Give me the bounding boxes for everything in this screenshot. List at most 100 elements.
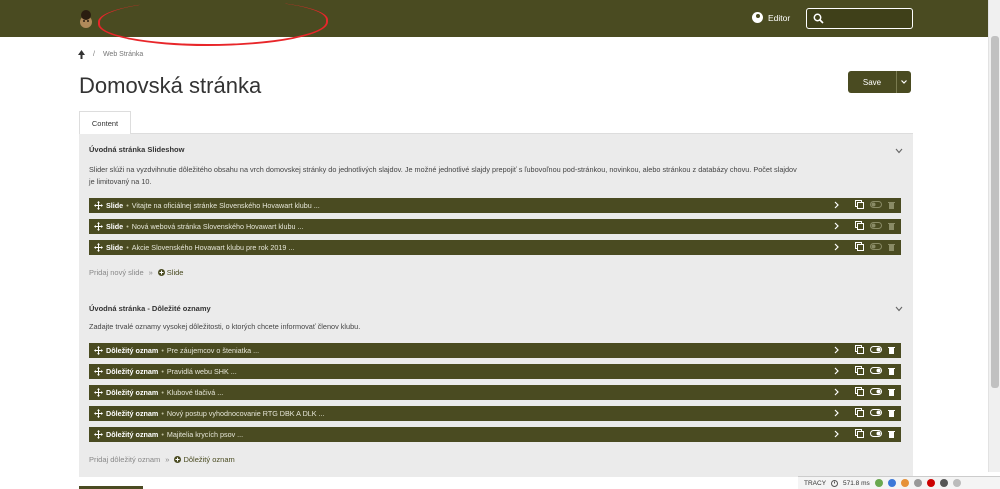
tree-home-icon[interactable] <box>78 50 85 59</box>
trash-icon[interactable] <box>888 430 895 438</box>
item-tools <box>834 429 895 438</box>
list-item[interactable]: Dôležitý oznam • Klubové tlačivá ... <box>89 385 901 400</box>
trash-icon[interactable] <box>888 388 895 396</box>
drag-handle-icon[interactable] <box>94 243 103 252</box>
toggle-on-icon[interactable] <box>870 409 882 416</box>
save-dropdown-toggle[interactable] <box>896 71 911 93</box>
list-item[interactable]: Dôležitý oznam • Majitelia krycích psov … <box>89 427 901 442</box>
drag-handle-icon[interactable] <box>94 201 103 210</box>
trash-icon[interactable] <box>888 201 895 209</box>
duplicate-icon[interactable] <box>855 221 864 230</box>
duplicate-icon[interactable] <box>855 366 864 375</box>
chevron-right-icon[interactable] <box>834 367 839 375</box>
chevron-right-icon[interactable] <box>834 243 839 251</box>
breadcrumb-current[interactable]: Web Stránka <box>103 51 143 58</box>
toggle-on-icon[interactable] <box>870 430 882 437</box>
collapse-chevron-icon[interactable] <box>895 148 903 154</box>
scrollbar-thumb[interactable] <box>991 36 999 388</box>
close-icon[interactable] <box>952 479 961 487</box>
tracy-label[interactable]: TRACY <box>804 480 826 487</box>
drag-handle-icon[interactable] <box>94 388 103 397</box>
trash-icon[interactable] <box>888 222 895 230</box>
list-item[interactable]: Dôležitý oznam • Pravidlá webu SHK ... <box>89 364 901 379</box>
trash-icon[interactable] <box>888 409 895 417</box>
toggle-on-icon[interactable] <box>870 388 882 395</box>
duplicate-icon[interactable] <box>855 429 864 438</box>
timer-icon <box>831 479 839 487</box>
add-separator: » <box>148 268 153 277</box>
duplicate-icon[interactable] <box>855 200 864 209</box>
drag-handle-icon[interactable] <box>94 367 103 376</box>
tracy-time[interactable]: 571.8 ms <box>843 480 870 487</box>
item-type: Dôležitý oznam <box>106 409 159 418</box>
trash-icon[interactable] <box>888 346 895 354</box>
duplicate-icon[interactable] <box>855 242 864 251</box>
item-separator: • <box>161 409 164 418</box>
chevron-right-icon[interactable] <box>834 430 839 438</box>
toggle-on-icon[interactable] <box>870 346 882 353</box>
chevron-right-icon[interactable] <box>834 409 839 417</box>
duplicate-icon[interactable] <box>855 345 864 354</box>
item-tools <box>834 200 895 209</box>
item-separator: • <box>161 367 164 376</box>
list-item[interactable]: Slide • Akcie Slovenského Hovawart klubu… <box>89 240 901 255</box>
item-separator: • <box>126 243 129 252</box>
trash-icon[interactable] <box>888 243 895 251</box>
item-tools <box>834 242 895 251</box>
page-scrollbar[interactable] <box>988 0 1000 472</box>
item-type: Dôležitý oznam <box>106 367 159 376</box>
section-announcements-title[interactable]: Úvodná stránka - Dôležité oznamy <box>89 304 211 313</box>
item-separator: • <box>126 201 129 210</box>
save-button[interactable]: Save <box>848 71 896 93</box>
search-input[interactable] <box>806 8 913 29</box>
tracy-debug-bar[interactable]: TRACY 571.8 ms <box>798 476 1000 489</box>
chevron-right-icon[interactable] <box>834 222 839 230</box>
plus-circle-icon <box>157 269 165 276</box>
user-name: Editor <box>768 12 791 23</box>
list-item[interactable]: Slide • Vitajte na oficiálnej stránke Sl… <box>89 198 901 213</box>
item-type: Dôležitý oznam <box>106 388 159 397</box>
settings-gear-icon[interactable] <box>939 479 948 487</box>
drag-handle-icon[interactable] <box>94 430 103 439</box>
toggle-icon[interactable] <box>870 201 882 208</box>
toggle-on-icon[interactable] <box>870 367 882 374</box>
user-icon <box>752 12 763 23</box>
breadcrumb-separator: / <box>93 51 95 58</box>
toggle-icon[interactable] <box>870 222 882 229</box>
add-slide-line: Pridaj nový slide » Slide <box>89 268 183 277</box>
drag-handle-icon[interactable] <box>94 222 103 231</box>
item-type: Dôležitý oznam <box>106 430 159 439</box>
database-icon[interactable] <box>887 479 896 487</box>
chevron-right-icon[interactable] <box>834 201 839 209</box>
tab-content[interactable]: Content <box>79 111 131 134</box>
add-slide-prompt: Pridaj nový slide <box>89 268 144 277</box>
chevron-right-icon[interactable] <box>834 346 839 354</box>
bug-icon[interactable] <box>926 479 935 487</box>
plus-circle-icon <box>174 456 182 463</box>
collapse-chevron-icon[interactable] <box>895 306 903 312</box>
trash-icon[interactable] <box>888 367 895 375</box>
item-tools <box>834 366 895 375</box>
drag-handle-icon[interactable] <box>94 409 103 418</box>
section-announcements-description: Zadajte trvalé oznamy vysokej dôležitost… <box>89 322 361 331</box>
item-type: Dôležitý oznam <box>106 346 159 355</box>
toggle-icon[interactable] <box>870 243 882 250</box>
list-item[interactable]: Slide • Nová webová stránka Slovenského … <box>89 219 901 234</box>
section-slideshow-title[interactable]: Úvodná stránka Slideshow <box>89 145 184 154</box>
chevron-down-icon <box>901 80 907 84</box>
list-item[interactable]: Dôležitý oznam • Pre záujemcov o šteniat… <box>89 343 901 358</box>
club-logo-icon[interactable] <box>78 9 94 29</box>
session-icon[interactable] <box>913 479 922 487</box>
drag-handle-icon[interactable] <box>94 346 103 355</box>
chevron-right-icon[interactable] <box>834 388 839 396</box>
duplicate-icon[interactable] <box>855 387 864 396</box>
list-item[interactable]: Dôležitý oznam • Nový postup vyhodnocova… <box>89 406 901 421</box>
routing-icon[interactable] <box>874 479 883 487</box>
duplicate-icon[interactable] <box>855 408 864 417</box>
add-announcement-button[interactable]: Dôležitý oznam <box>174 455 235 464</box>
item-separator: • <box>161 388 164 397</box>
add-slide-button[interactable]: Slide <box>157 268 183 277</box>
warning-icon[interactable] <box>900 479 909 487</box>
user-menu[interactable]: Editor <box>752 12 790 23</box>
item-separator: • <box>161 430 164 439</box>
